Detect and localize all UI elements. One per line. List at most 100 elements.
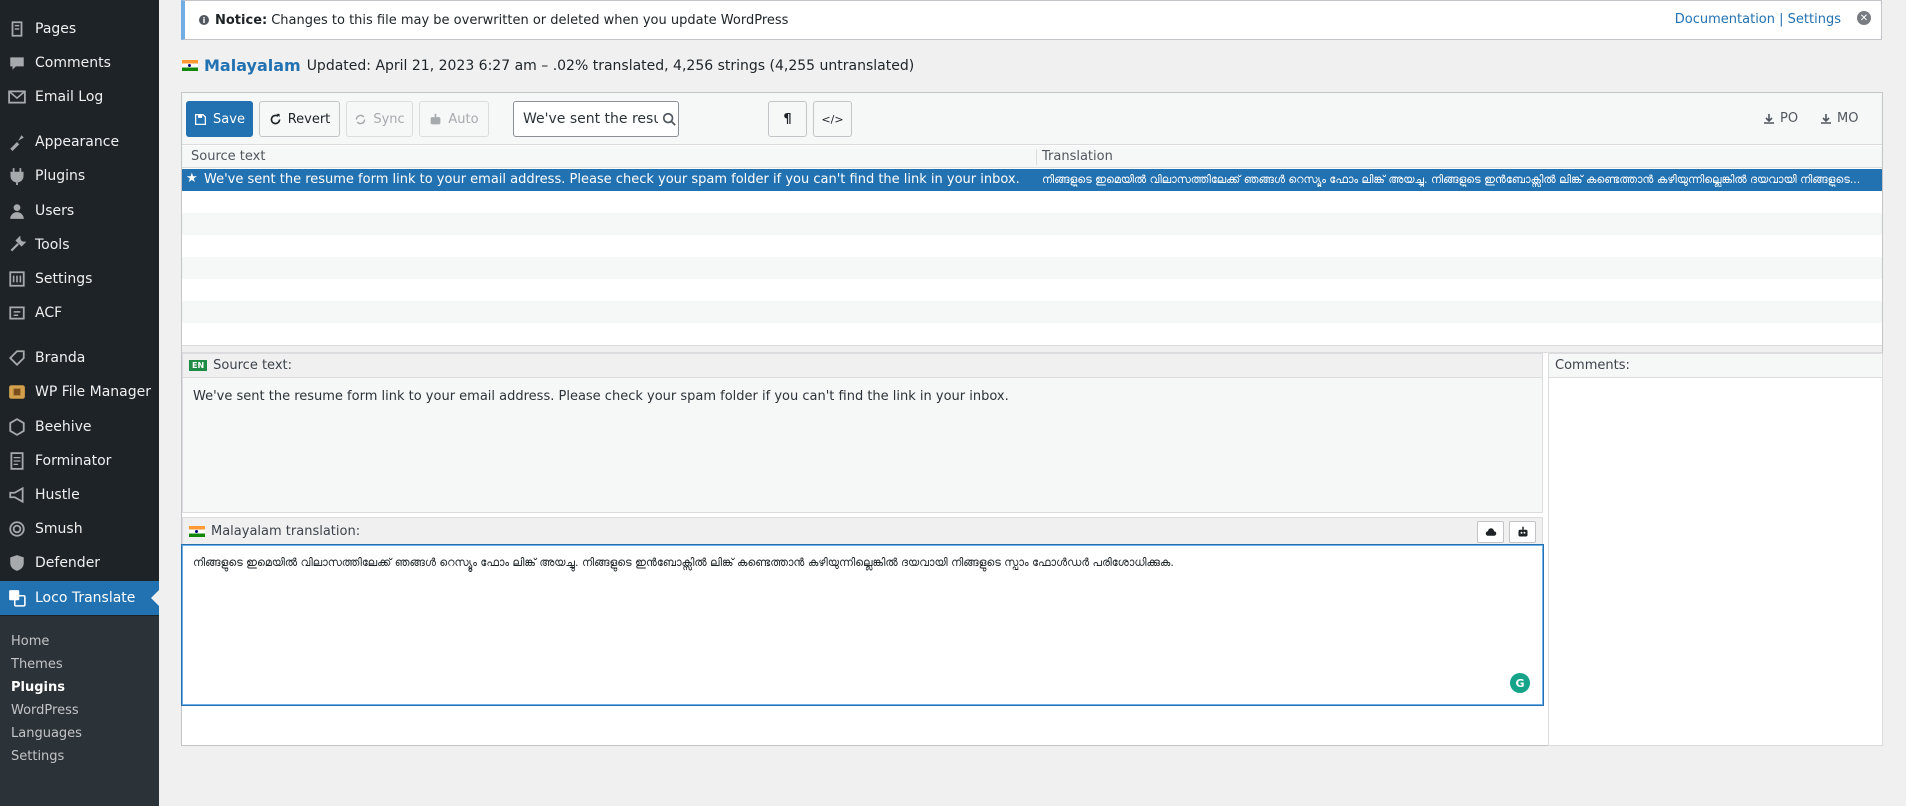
translation-textarea[interactable]: നിങ്ങളുടെ ഇമെയിൽ വിലാസത്തിലേക്ക് ഞങ്ങൾ റ…	[182, 545, 1543, 705]
sidebar-item-users[interactable]: Users	[0, 194, 159, 228]
sync-icon	[356, 114, 366, 124]
documentation-link[interactable]: Documentation	[1675, 12, 1775, 27]
branda-icon	[7, 348, 27, 368]
submenu-item-settings[interactable]: Settings	[11, 749, 64, 764]
tools-icon	[7, 235, 27, 255]
sidebar-item-label: ACF	[35, 305, 63, 321]
robot-icon	[1518, 526, 1527, 537]
email-icon	[7, 87, 27, 107]
download-po-button[interactable]: PO	[1763, 111, 1798, 126]
sidebar-item-defender[interactable]: Defender	[0, 546, 159, 580]
users-icon	[7, 201, 27, 221]
sidebar-item-wp-file-manager[interactable]: WP File Manager	[0, 375, 159, 409]
sidebar-item-label: Appearance	[35, 134, 120, 150]
code-view-button[interactable]: </>	[813, 101, 852, 137]
revert-label: Revert	[287, 111, 331, 127]
sidebar-item-email-log[interactable]: Email Log	[0, 80, 159, 114]
pane-resize-handle[interactable]	[182, 345, 1882, 353]
table-row[interactable]	[182, 235, 1882, 257]
translation-pane-label: Malayalam translation:	[211, 523, 361, 539]
sidebar-item-pages[interactable]: Pages	[0, 12, 159, 46]
translation-status: Malayalam Updated: April 21, 2023 6:27 a…	[182, 56, 914, 75]
comments-pane-header: Comments:	[1549, 354, 1882, 378]
sidebar-item-appearance[interactable]: Appearance	[0, 125, 159, 159]
save-label: Save	[213, 111, 245, 127]
language-link[interactable]: Malayalam	[204, 56, 301, 75]
sidebar-item-label: Smush	[35, 521, 83, 537]
sidebar-item-label: Email Log	[35, 89, 104, 105]
cloud-icon	[1485, 528, 1496, 536]
sync-label: Sync	[373, 111, 405, 127]
comments-icon	[7, 53, 27, 73]
beehive-icon	[7, 417, 27, 437]
revert-icon	[270, 113, 281, 124]
loco-editor: Save Revert Sync Auto ¶ </> PO	[181, 92, 1883, 746]
auto-button[interactable]: Auto	[419, 101, 489, 137]
column-translation[interactable]: Translation	[1042, 149, 1113, 164]
column-divider[interactable]	[1036, 149, 1037, 165]
submenu-item-languages[interactable]: Languages	[11, 726, 82, 741]
filter-input[interactable]	[513, 101, 679, 137]
source-pane-label: Source text:	[213, 358, 292, 373]
save-button[interactable]: Save	[186, 101, 253, 137]
table-row[interactable]	[182, 323, 1882, 345]
defender-icon	[7, 553, 27, 573]
pages-icon	[7, 19, 27, 39]
search-icon[interactable]	[662, 112, 676, 126]
table-row[interactable]: ★ We've sent the resume form link to you…	[182, 169, 1882, 191]
sidebar-item-label: Branda	[35, 350, 86, 366]
loco-submenu: Home Themes Plugins WordPress Languages …	[0, 616, 159, 806]
settings-link[interactable]: Settings	[1788, 12, 1841, 27]
table-row[interactable]	[182, 301, 1882, 323]
sidebar-item-acf[interactable]: ACF	[0, 296, 159, 330]
submenu-item-themes[interactable]: Themes	[11, 657, 63, 672]
links-separator: |	[1779, 12, 1784, 27]
table-row[interactable]	[182, 213, 1882, 235]
sidebar-item-comments[interactable]: Comments	[0, 46, 159, 80]
sidebar-item-beehive[interactable]: Beehive	[0, 410, 159, 444]
submenu-item-home[interactable]: Home	[11, 634, 49, 649]
dismiss-icon[interactable]: ✕	[1857, 11, 1871, 25]
star-icon: ★	[186, 171, 198, 186]
info-icon: i	[199, 15, 209, 25]
sidebar-item-label: Forminator	[35, 453, 112, 469]
table-row[interactable]	[182, 257, 1882, 279]
column-source-text[interactable]: Source text	[191, 149, 265, 164]
sidebar-item-label: Defender	[35, 555, 101, 571]
sync-button[interactable]: Sync	[346, 101, 413, 137]
loco-translate-icon	[7, 588, 27, 608]
row-source-text: We've sent the resume form link to your …	[204, 172, 1020, 187]
download-icon	[1821, 113, 1831, 124]
invisibles-toggle-button[interactable]: ¶	[768, 101, 807, 137]
sidebar-item-settings[interactable]: Settings	[0, 262, 159, 296]
cloud-suggest-button[interactable]	[1477, 521, 1504, 543]
source-text-pane: EN Source text: We've sent the resume fo…	[182, 353, 1543, 513]
sidebar-item-label: Settings	[35, 271, 93, 287]
sidebar-item-plugins[interactable]: Plugins	[0, 159, 159, 193]
revert-button[interactable]: Revert	[259, 101, 340, 137]
sidebar-item-loco-translate[interactable]: Loco Translate	[0, 581, 159, 615]
sidebar-item-forminator[interactable]: Forminator	[0, 444, 159, 478]
grammarly-icon[interactable]: G	[1510, 673, 1530, 693]
sidebar-item-label: Hustle	[35, 487, 80, 503]
notice-label: Notice:	[215, 12, 268, 28]
strings-grid-header: Source text Translation	[182, 146, 1882, 168]
table-row[interactable]	[182, 191, 1882, 213]
submenu-item-plugins[interactable]: Plugins	[11, 680, 65, 695]
auto-translate-button[interactable]	[1509, 521, 1536, 543]
sidebar-item-label: Pages	[35, 21, 77, 37]
row-translation-text: നിങ്ങളുടെ ഇമെയിൽ വിലാസത്തിലേക്ക് ഞങ്ങൾ റ…	[1042, 173, 1861, 186]
sidebar-item-label: Beehive	[35, 419, 92, 435]
forminator-icon	[7, 451, 27, 471]
sidebar-item-tools[interactable]: Tools	[0, 228, 159, 262]
po-label: PO	[1780, 111, 1799, 126]
sidebar-item-branda[interactable]: Branda	[0, 341, 159, 375]
table-row[interactable]	[182, 279, 1882, 301]
sidebar-item-hustle[interactable]: Hustle	[0, 478, 159, 512]
save-icon	[195, 113, 207, 125]
auto-label: Auto	[448, 111, 479, 127]
submenu-item-wordpress[interactable]: WordPress	[11, 703, 79, 718]
sidebar-item-label: Tools	[35, 237, 70, 253]
sidebar-item-smush[interactable]: Smush	[0, 512, 159, 546]
download-mo-button[interactable]: MO	[1820, 111, 1858, 126]
